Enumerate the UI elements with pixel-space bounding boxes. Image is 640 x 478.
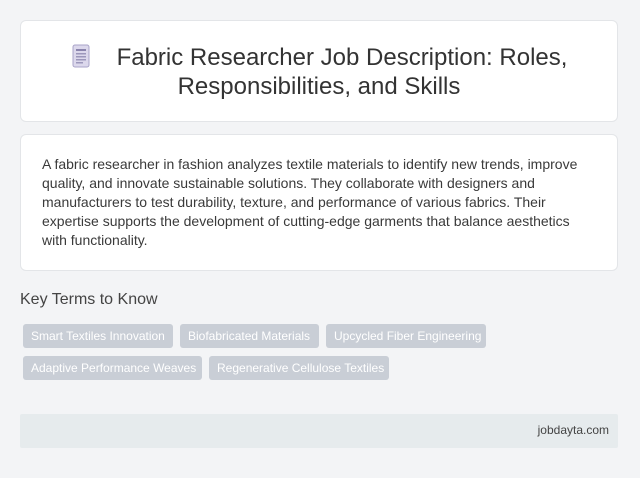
page-title: Fabric Researcher Job Description: Roles… (21, 43, 617, 101)
key-terms-heading: Key Terms to Know (20, 291, 158, 308)
title-line-1: Fabric Researcher Job Description: Roles… (116, 44, 568, 71)
tag-adaptive-weaves[interactable]: Adaptive Performance Weaves (23, 356, 202, 380)
description-card: A fabric researcher in fashion analyzes … (20, 134, 618, 271)
title-line-2: Responsibilities, and Skills (177, 73, 461, 100)
tag-regenerative-cellulose[interactable]: Regenerative Cellulose Textiles (209, 356, 389, 380)
tag-smart-textiles[interactable]: Smart Textiles Innovation (23, 324, 173, 348)
title-card: Fabric Researcher Job Description: Roles… (20, 20, 618, 122)
tag-upcycled-fiber[interactable]: Upcycled Fiber Engineering (326, 324, 486, 348)
tag-biofabricated-materials[interactable]: Biofabricated Materials (180, 324, 319, 348)
description-text: A fabric researcher in fashion analyzes … (42, 156, 578, 248)
document-icon (72, 44, 90, 68)
footer: jobdayta.com (20, 414, 618, 448)
footer-site-link[interactable]: jobdayta.com (538, 423, 609, 437)
